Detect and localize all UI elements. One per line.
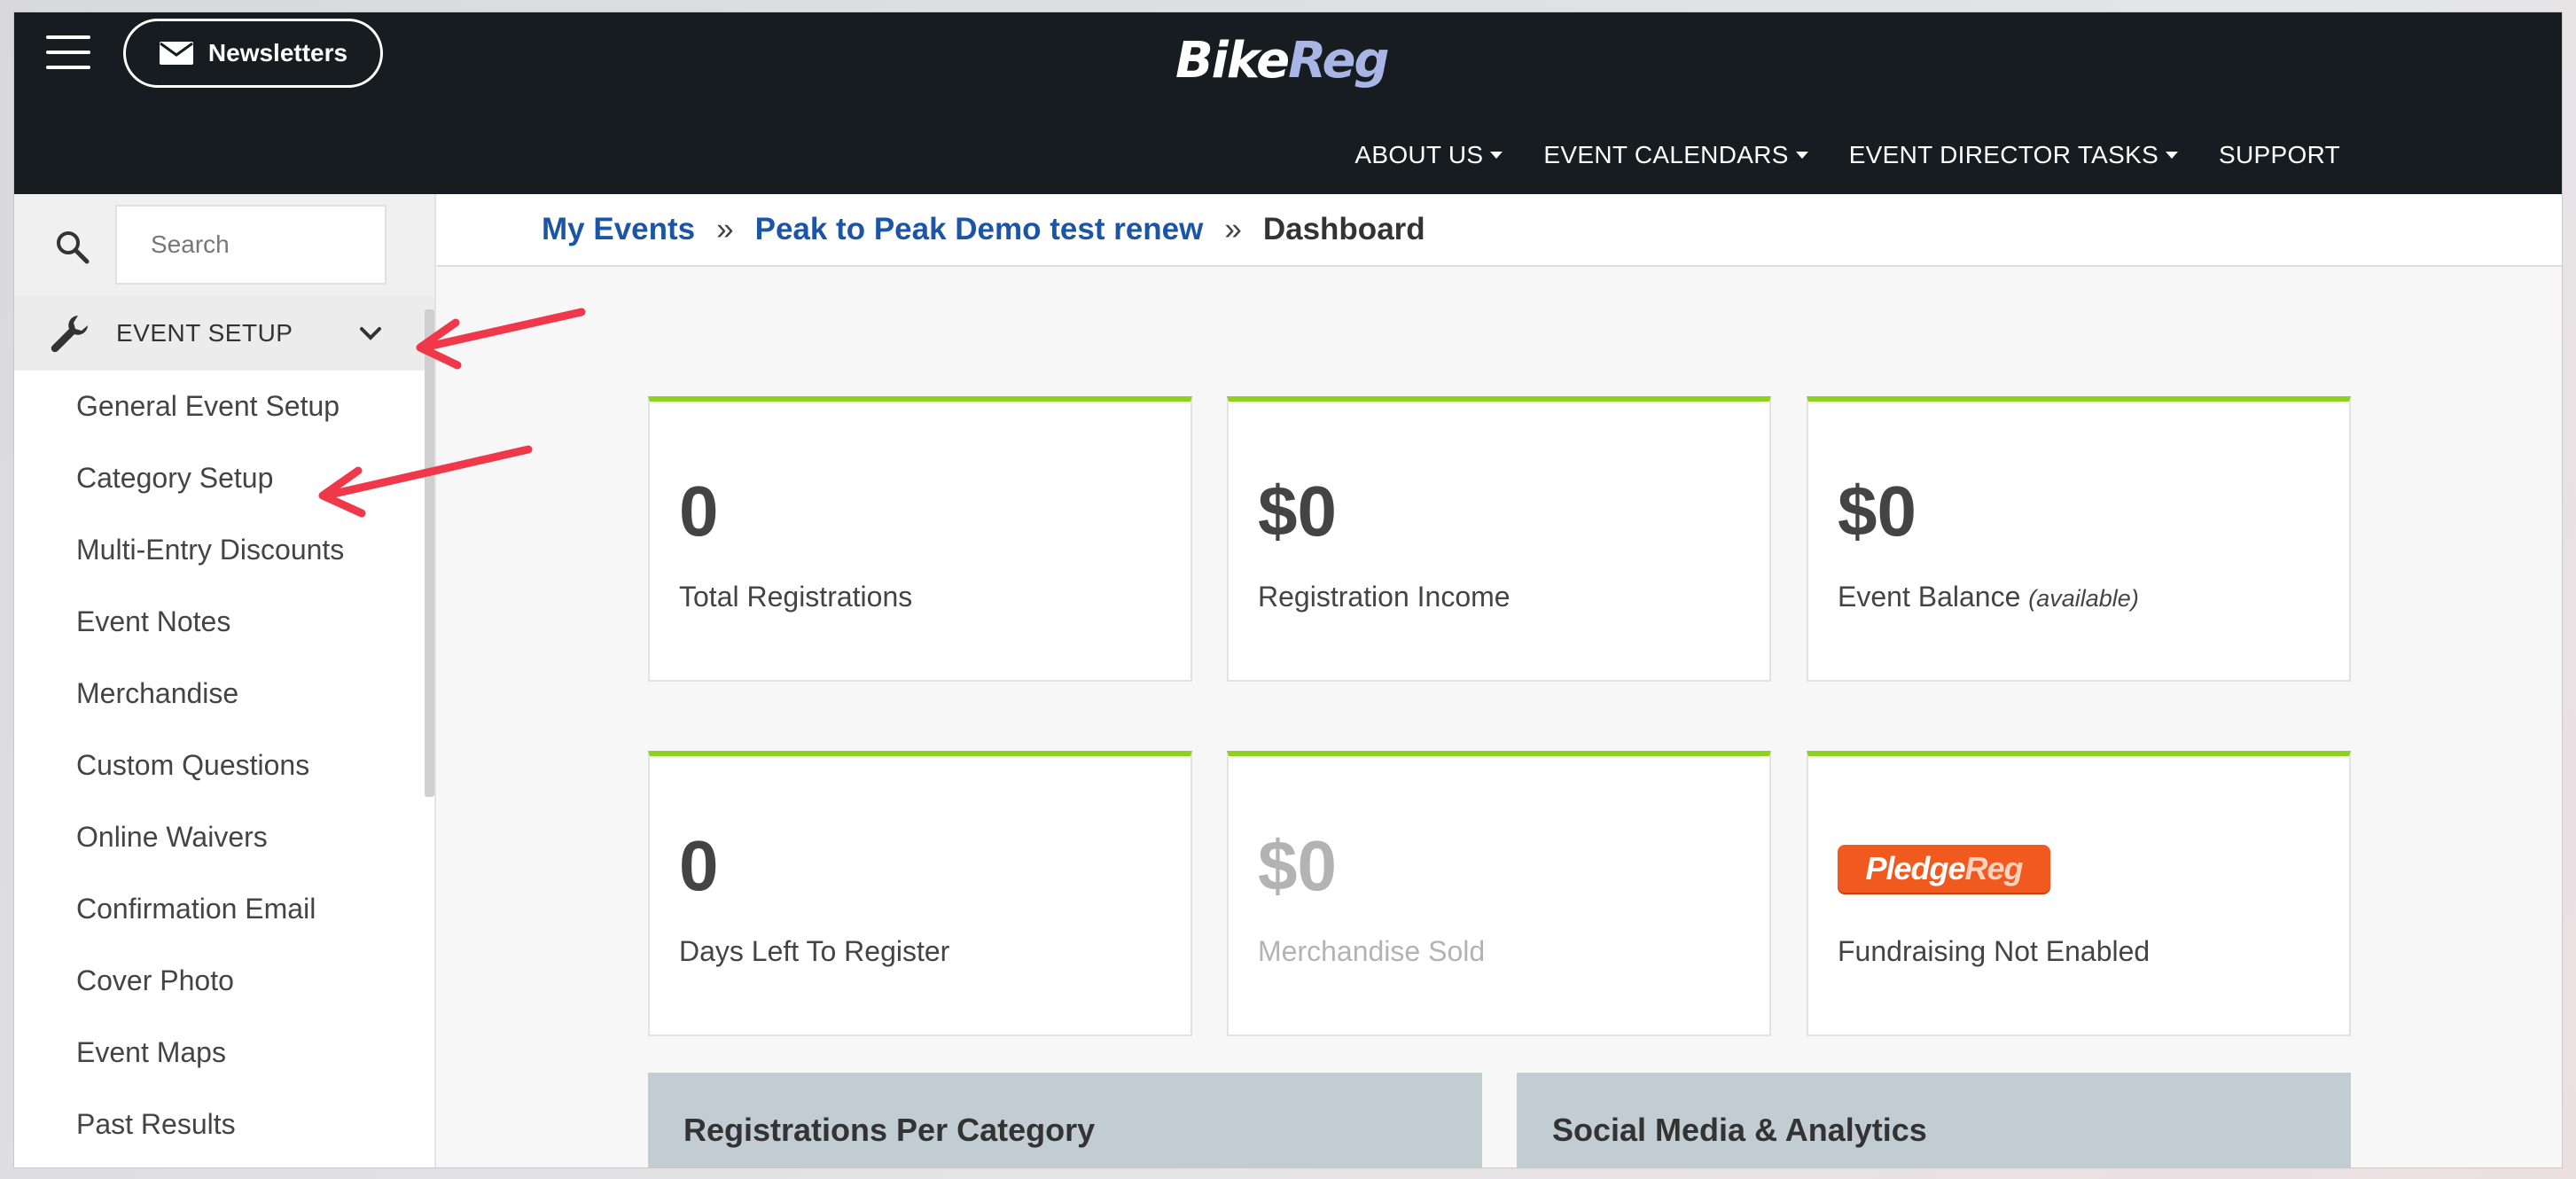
sidebar-item-past-results[interactable]: Past Results [14, 1089, 434, 1160]
stat-note: (available) [2028, 585, 2139, 612]
chevron-down-icon[interactable] [356, 319, 385, 347]
breadcrumb-separator: » [1224, 212, 1242, 246]
caret-down-icon [1490, 152, 1503, 159]
nav-about-us[interactable]: ABOUT US [1354, 141, 1503, 169]
stat-value: $0 [1258, 826, 1337, 905]
sidebar-item-merchandise[interactable]: Merchandise [14, 658, 434, 730]
sidebar-item-event-notes[interactable]: Event Notes [14, 586, 434, 658]
search-icon[interactable] [53, 228, 92, 267]
card-fundraising: Pledge Reg Fundraising Not Enabled [1807, 751, 2351, 1036]
breadcrumb-separator: » [716, 212, 734, 246]
registrations-per-category-panel-title: Registrations Per Category [648, 1073, 1482, 1167]
sidebar-item-online-waivers[interactable]: Online Waivers [14, 801, 434, 873]
breadcrumb-my-events[interactable]: My Events [542, 212, 695, 247]
nav-support[interactable]: SUPPORT [2219, 141, 2340, 169]
stat-value: 0 [679, 826, 719, 905]
nav-event-director-tasks[interactable]: EVENT DIRECTOR TASKS [1849, 141, 2179, 169]
event-setup-label: EVENT SETUP [116, 319, 293, 347]
card-days-left: 0 Days Left To Register [648, 751, 1192, 1036]
stat-value: $0 [1258, 472, 1337, 550]
wrench-icon [51, 316, 88, 353]
sidebar-scrollbar[interactable] [425, 309, 434, 797]
envelope-icon [159, 42, 193, 65]
sidebar-item-event-maps[interactable]: Event Maps [14, 1017, 434, 1089]
stat-label: Registration Income [1258, 581, 1510, 613]
social-media-analytics-panel-title: Social Media & Analytics [1517, 1073, 2351, 1167]
sidebar-search-row [14, 194, 434, 296]
breadcrumb-current: Dashboard [1262, 212, 1425, 246]
bikereg-logo[interactable]: BikeReg [1175, 32, 1390, 90]
nav-event-calendars[interactable]: EVENT CALENDARS [1543, 141, 1808, 169]
card-event-balance: $0 Event Balance (available) [1807, 396, 2351, 682]
event-setup-section-header[interactable]: EVENT SETUP [14, 296, 434, 371]
card-total-registrations: 0 Total Registrations [648, 396, 1192, 682]
caret-down-icon [1795, 152, 1808, 159]
browser-viewport: Newsletters BikeReg ABOUT US EVENT CALEN… [13, 12, 2563, 1168]
pledgereg-logo[interactable]: Pledge Reg [1838, 845, 2050, 893]
annotation-arrow-icon [318, 445, 533, 518]
breadcrumb: My Events » Peak to Peak Demo test renew… [437, 194, 2562, 267]
sidebar-item-multi-entry-discounts[interactable]: Multi-Entry Discounts [14, 514, 434, 586]
stat-label: Event Balance (available) [1838, 581, 2139, 613]
sidebar-item-custom-questions[interactable]: Custom Questions [14, 730, 434, 801]
stat-label: Days Left To Register [679, 935, 950, 967]
stat-label: Merchandise Sold [1258, 935, 1486, 967]
main-nav: ABOUT US EVENT CALENDARS EVENT DIRECTOR … [1354, 141, 2340, 169]
card-merchandise-sold: $0 Merchandise Sold [1227, 751, 1771, 1036]
sidebar-item-general-event-setup[interactable]: General Event Setup [14, 371, 434, 442]
sidebar: EVENT SETUP General Event Setup Category… [14, 194, 436, 1167]
stat-label: Fundraising Not Enabled [1838, 935, 2151, 967]
sidebar-search-input[interactable] [115, 205, 386, 285]
sidebar-item-confirmation-email[interactable]: Confirmation Email [14, 873, 434, 945]
card-registration-income: $0 Registration Income [1227, 396, 1771, 682]
sidebar-item-cover-photo[interactable]: Cover Photo [14, 945, 434, 1017]
annotation-arrow-icon [416, 308, 586, 370]
stat-value: 0 [679, 472, 719, 550]
newsletters-label: Newsletters [207, 39, 348, 66]
top-navbar: Newsletters BikeReg ABOUT US EVENT CALEN… [14, 12, 2562, 194]
breadcrumb-event[interactable]: Peak to Peak Demo test renew [755, 212, 1204, 247]
stat-value: $0 [1838, 472, 1916, 550]
newsletters-button[interactable]: Newsletters [123, 19, 383, 88]
stat-label: Total Registrations [679, 581, 913, 613]
caret-down-icon [2166, 152, 2179, 159]
hamburger-menu-icon[interactable] [46, 35, 90, 71]
